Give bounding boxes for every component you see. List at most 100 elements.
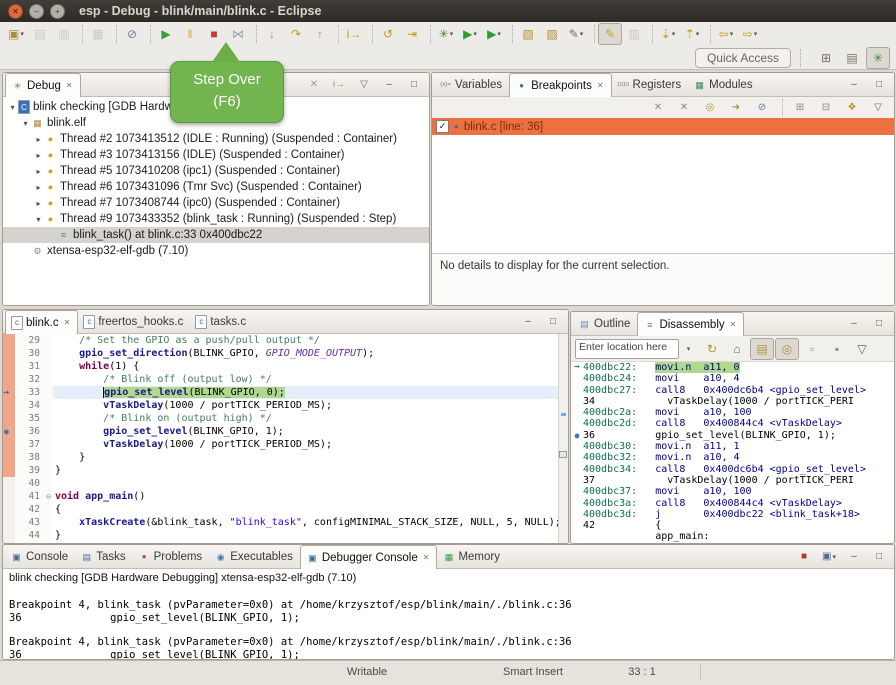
next-annotation-button[interactable]: ⇡▾: [680, 23, 704, 45]
console-tab-tasks[interactable]: ▤Tasks: [75, 545, 132, 568]
disassembly-row[interactable]: →400dbc22: movi.n a11, 0: [571, 362, 894, 373]
search-button[interactable]: ✎▾: [564, 23, 588, 45]
console-tab-debugger-console[interactable]: ▣Debugger Console✕: [300, 545, 438, 569]
console-tab-memory[interactable]: ▦Memory: [437, 545, 507, 568]
debug-perspective-button[interactable]: ✳: [866, 47, 890, 69]
view-menu-button[interactable]: ▽: [850, 338, 874, 360]
disassembly-row[interactable]: 400dbc24: movi a10, 4: [571, 373, 894, 384]
disassembly-row[interactable]: 400dbc27: call8 0x400dc6b4 <gpio_set_lev…: [571, 385, 894, 396]
expander-icon[interactable]: ▸: [33, 167, 44, 176]
maximize-view-button[interactable]: □: [402, 74, 426, 96]
view-tab-disassembly[interactable]: ≡Disassembly✕: [637, 312, 744, 336]
debug-tree-item[interactable]: ▸●Thread #5 1073410208 (ipc1) (Suspended…: [3, 163, 429, 179]
debug-tree-item[interactable]: ▸●Thread #7 1073408744 (ipc0) (Suspended…: [3, 195, 429, 211]
view-menu-button[interactable]: ▽: [352, 74, 376, 96]
terminate-console-button[interactable]: ■: [792, 546, 816, 568]
location-dropdown-icon[interactable]: ▾: [682, 340, 695, 358]
step-over-button[interactable]: ↷: [284, 23, 308, 45]
sync-active-context-button[interactable]: ◎: [775, 338, 799, 360]
debug-tree-item[interactable]: ⚙xtensa-esp32-elf-gdb (7.10): [3, 243, 429, 259]
code-line-43[interactable]: 43 xTaskCreate(&blink_task, "blink_task"…: [3, 516, 568, 529]
overview-occurrence-marker[interactable]: [559, 451, 567, 458]
use-step-filters-button[interactable]: ⇥: [400, 23, 424, 45]
view-tab-modules[interactable]: ▦Modules: [688, 73, 759, 96]
run-history-button[interactable]: ▶▾: [458, 23, 482, 45]
disassembly-row[interactable]: 400dbc3d: j 0x400dbc22 <blink_task+18>: [571, 509, 894, 520]
remove-all-breakpoints-button[interactable]: ✕: [672, 97, 696, 119]
disassembly-row[interactable]: 400dbc30: movi.n a11, 1: [571, 441, 894, 452]
expander-icon[interactable]: ▸: [33, 199, 44, 208]
minimize-button[interactable]: –: [29, 4, 44, 19]
disassembly-row[interactable]: 34 vTaskDelay(1000 / portTICK_PERI: [571, 396, 894, 407]
code-line-31[interactable]: 31 while(1) {: [3, 360, 568, 373]
editor-content[interactable]: 29 /* Set the GPIO as a push/pull output…: [3, 334, 568, 543]
expander-icon[interactable]: ▾: [33, 215, 44, 224]
close-tab-icon[interactable]: ✕: [597, 81, 604, 90]
code-line-39[interactable]: 39}: [3, 464, 568, 477]
disasm-breakpoint-icon[interactable]: ●: [571, 430, 583, 441]
debug-tree-item[interactable]: ▾●Thread #9 1073433352 (blink_task : Run…: [3, 211, 429, 227]
resume-button[interactable]: ▶: [154, 23, 178, 45]
home-button[interactable]: ⌂: [725, 338, 749, 360]
code-line-32[interactable]: 32 /* Blink off (output low) */: [3, 373, 568, 386]
disassembly-row[interactable]: 400dbc34: call8 0x400dc6b4 <gpio_set_lev…: [571, 464, 894, 475]
breakpoint-item[interactable]: ✓●blink.c [line: 36]: [432, 118, 894, 135]
refresh-view-button[interactable]: ↻: [700, 338, 724, 360]
code-line-36[interactable]: ●36 gpio_set_level(BLINK_GPIO, 1);: [3, 425, 568, 438]
editor-tab-tasks-c[interactable]: ctasks.c: [190, 310, 253, 333]
group-by-button[interactable]: ❖: [840, 97, 864, 119]
code-line-34[interactable]: 34 vTaskDelay(1000 / portTICK_PERIOD_MS)…: [3, 399, 568, 412]
disassembly-row[interactable]: 400dbc37: movi a10, 100: [571, 486, 894, 497]
maximize-button[interactable]: +: [50, 4, 65, 19]
maximize-view-button[interactable]: □: [867, 546, 891, 568]
go-to-file-for-breakpoint-button[interactable]: ➜: [724, 97, 748, 119]
skip-all-breakpoints-button[interactable]: ⊘: [120, 23, 144, 45]
editor-tab-blink-c[interactable]: cblink.c✕: [5, 310, 78, 334]
disassembly-row[interactable]: app_main:: [571, 531, 894, 542]
last-edit-location-button[interactable]: ⇣▾: [656, 23, 680, 45]
breakpoint-checkbox[interactable]: ✓: [436, 120, 449, 133]
console-tab-console[interactable]: ▣Console: [5, 545, 75, 568]
debug-tree-item[interactable]: ▸●Thread #2 1073413512 (IDLE : Running) …: [3, 131, 429, 147]
debug-history-button[interactable]: ✳▾: [434, 23, 458, 45]
expander-icon[interactable]: ▸: [33, 151, 44, 160]
view-menu-button[interactable]: ▽: [866, 97, 890, 119]
clear-terminated-button[interactable]: ✕: [302, 74, 326, 96]
code-line-29[interactable]: 29 /* Set the GPIO as a push/pull output…: [3, 334, 568, 347]
new-wizard-button[interactable]: ▣▾: [4, 23, 28, 45]
code-line-44[interactable]: 44}: [3, 529, 568, 542]
quick-access-button[interactable]: Quick Access: [695, 48, 791, 68]
show-source-button[interactable]: ▤: [750, 338, 774, 360]
disassembly-row[interactable]: 42 {: [571, 520, 894, 531]
console-tab-problems[interactable]: ●Problems: [133, 545, 210, 568]
instruction-stepping-mode-button[interactable]: i→: [327, 74, 351, 96]
step-return-button[interactable]: ↑: [308, 23, 332, 45]
disassembly-row[interactable]: 37 vTaskDelay(1000 / portTICK_PERI: [571, 475, 894, 486]
maximize-view-button[interactable]: □: [541, 311, 565, 333]
disassembly-row[interactable]: ●36 gpio_set_level(BLINK_GPIO, 1);: [571, 430, 894, 441]
disasm-instruction-pointer-icon[interactable]: →: [571, 362, 583, 373]
fold-marker[interactable]: ⊖: [44, 490, 53, 503]
skip-all-breakpoints-view-button[interactable]: ⊘: [750, 97, 774, 119]
remove-breakpoint-button[interactable]: ✕: [646, 97, 670, 119]
minimize-view-button[interactable]: –: [842, 546, 866, 568]
minimize-view-button[interactable]: –: [842, 313, 866, 335]
view-tab-registers[interactable]: 1010Registers: [612, 73, 689, 96]
view-tab-breakpoints[interactable]: ●Breakpoints✕: [509, 73, 611, 97]
show-breakpoints-for-target-button[interactable]: ◎: [698, 97, 722, 119]
pin-view-button[interactable]: ▪: [825, 338, 849, 360]
close-tab-icon[interactable]: ✕: [730, 320, 737, 329]
minimize-view-button[interactable]: –: [377, 74, 401, 96]
expander-icon[interactable]: ▸: [33, 135, 44, 144]
maximize-view-button[interactable]: □: [867, 313, 891, 335]
suspend-button[interactable]: ‖: [178, 23, 202, 45]
code-line-33[interactable]: →33 gpio_set_level(BLINK_GPIO, 0);: [3, 386, 568, 399]
editor-tab-freertos-hooks-c[interactable]: cfreertos_hooks.c: [78, 310, 190, 333]
debug-tree-item[interactable]: ▸●Thread #3 1073413156 (IDLE) (Suspended…: [3, 147, 429, 163]
code-line-42[interactable]: 42{: [3, 503, 568, 516]
open-perspective-button[interactable]: ⊞: [814, 47, 838, 69]
overview-ruler[interactable]: [558, 334, 568, 543]
console-tab-executables[interactable]: ◉Executables: [209, 545, 300, 568]
mark-occurrences-button[interactable]: ✎: [598, 23, 622, 45]
minimize-view-button[interactable]: –: [842, 74, 866, 96]
